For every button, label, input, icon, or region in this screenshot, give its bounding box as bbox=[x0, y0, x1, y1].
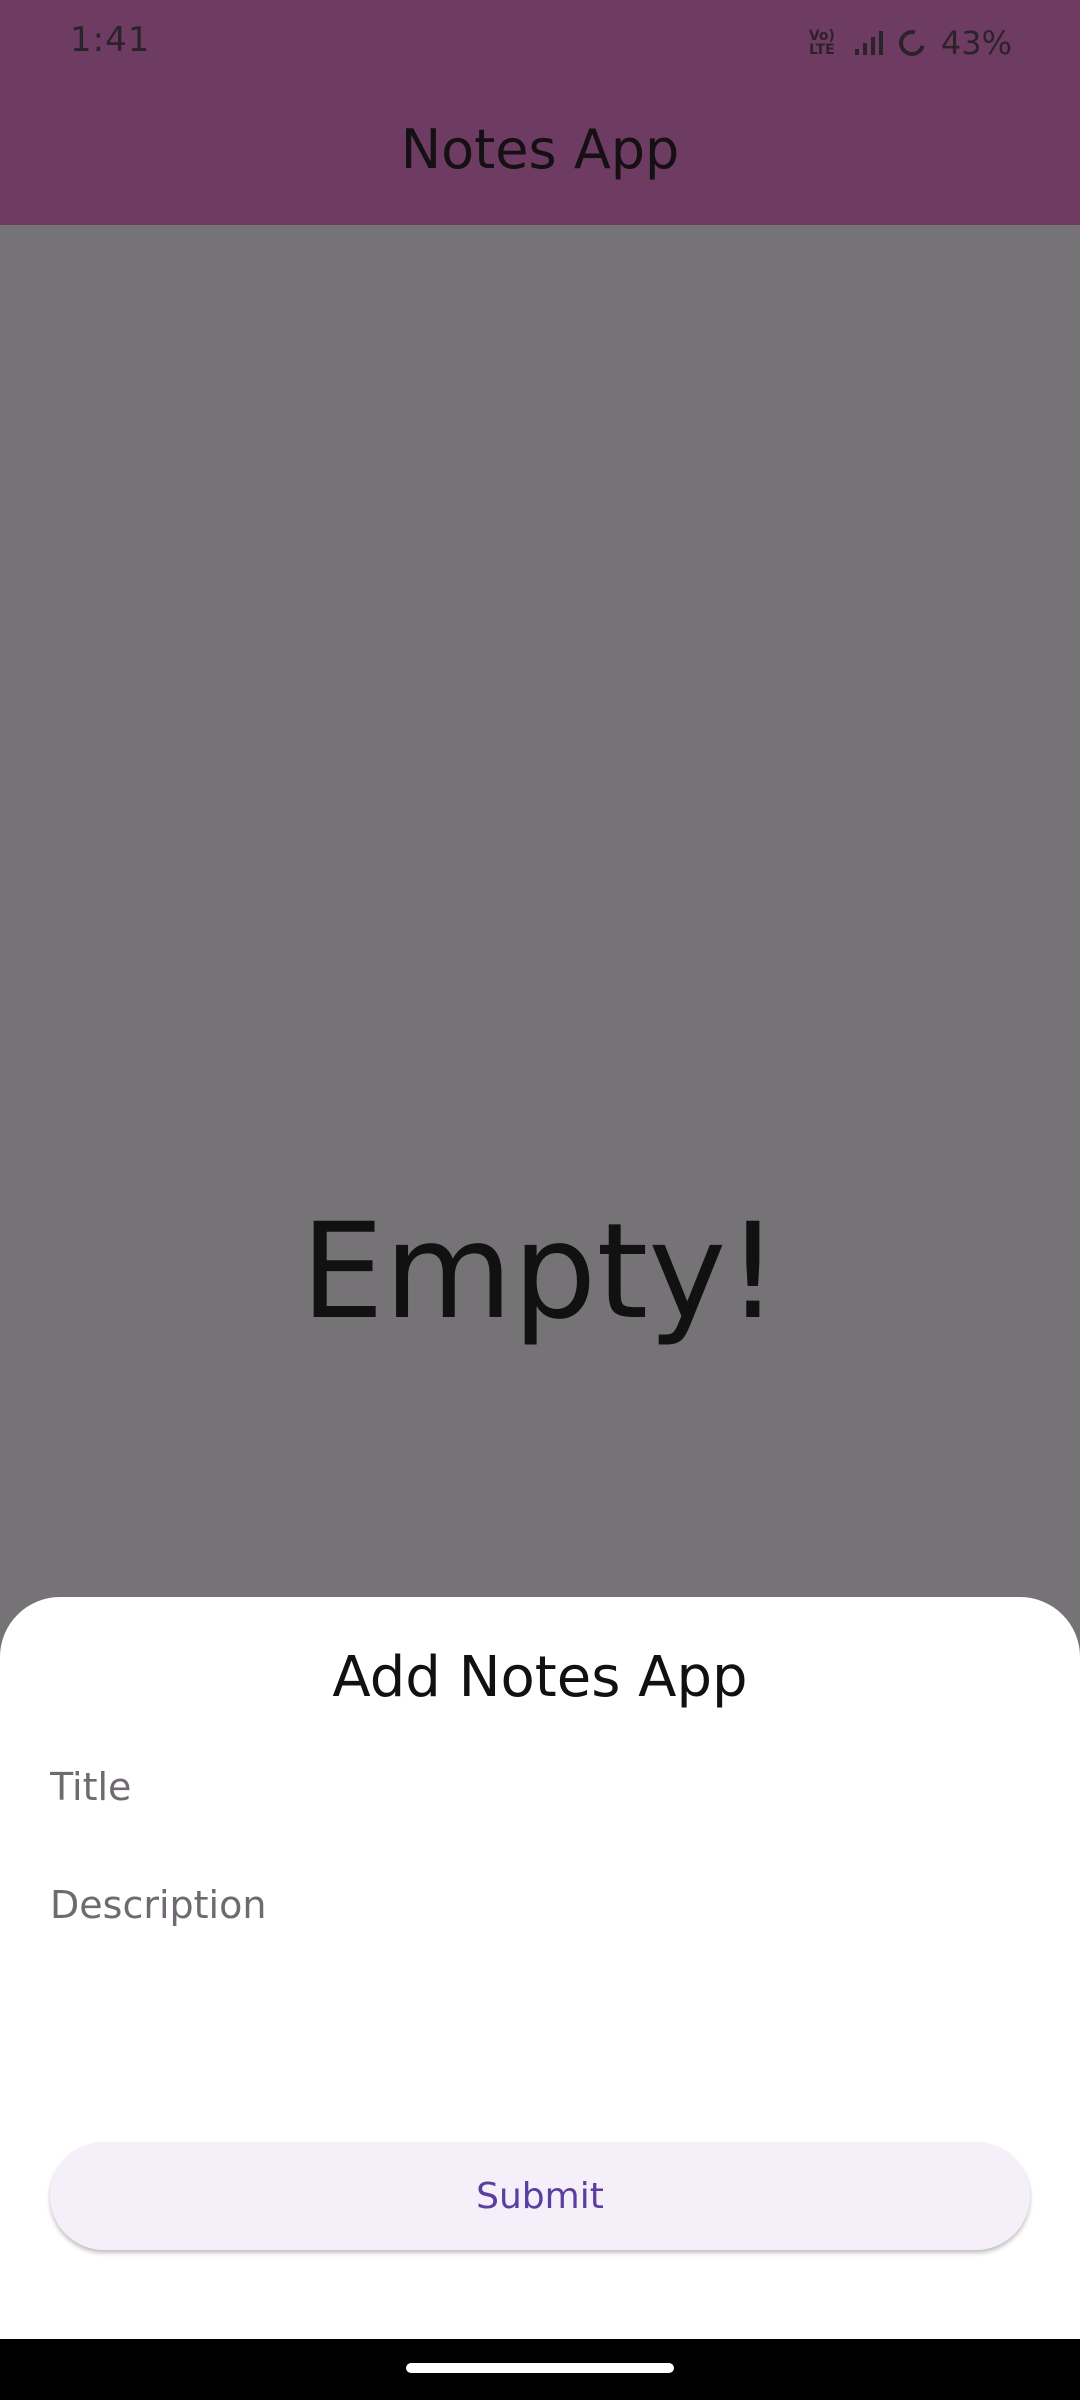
status-time: 1:41 bbox=[70, 20, 151, 60]
volte-icon: Vo) LTE bbox=[808, 28, 835, 58]
app-bar: 1:41 Vo) LTE 43% Notes App bbox=[0, 0, 1080, 225]
status-icons: Vo) LTE 43% bbox=[807, 18, 1012, 68]
sheet-title: Add Notes App bbox=[332, 1645, 748, 1710]
description-input[interactable] bbox=[50, 1865, 1030, 1945]
submit-button[interactable]: Submit bbox=[50, 2142, 1030, 2250]
battery-icon bbox=[894, 25, 930, 61]
app-title: Notes App bbox=[400, 118, 680, 181]
add-note-bottom-sheet: Add Notes App Submit bbox=[0, 1597, 1080, 2339]
signal-icon bbox=[854, 31, 883, 55]
empty-state-message: Empty! bbox=[300, 1195, 780, 1349]
navigation-bar bbox=[0, 2339, 1080, 2400]
title-input[interactable] bbox=[50, 1747, 1030, 1827]
home-gesture-handle[interactable] bbox=[406, 2363, 674, 2373]
battery-percent: 43% bbox=[940, 24, 1012, 62]
screen: 1:41 Vo) LTE 43% Notes App Empty! Add No… bbox=[0, 0, 1080, 2400]
